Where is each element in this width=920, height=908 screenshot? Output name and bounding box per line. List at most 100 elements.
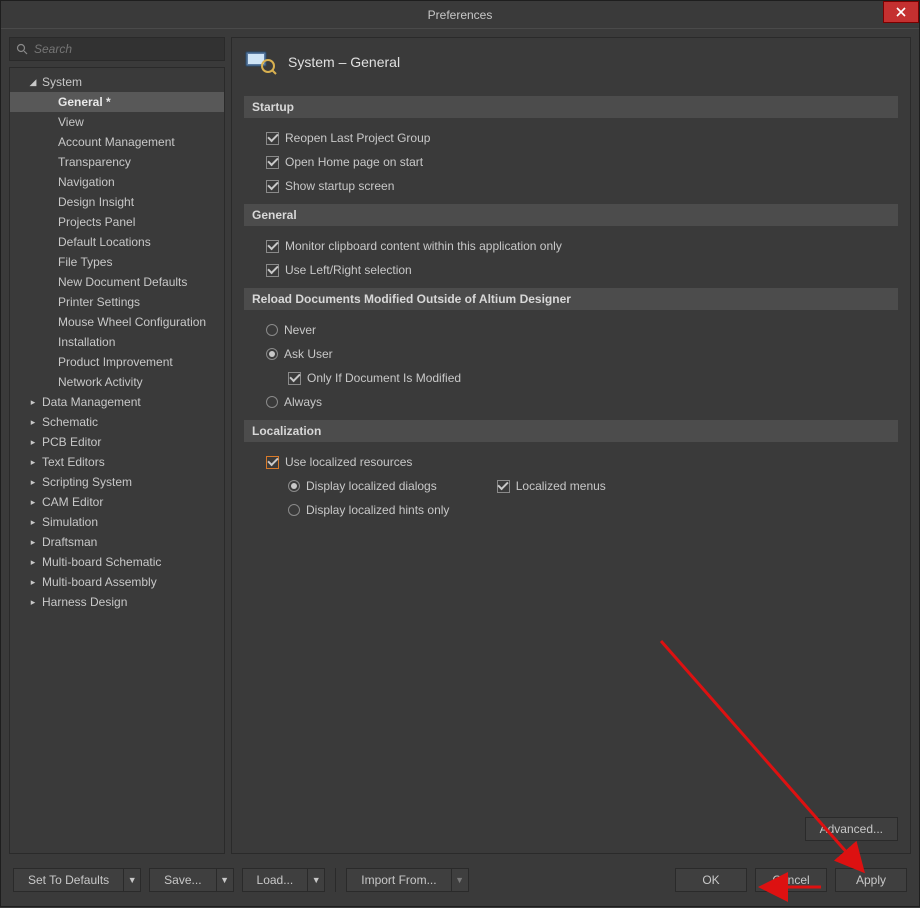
tree-node-account-management[interactable]: Account Management <box>10 132 224 152</box>
search-input[interactable] <box>34 42 218 56</box>
chevron-down-icon[interactable]: ▼ <box>123 868 141 892</box>
checkbox-open-home-page[interactable]: Open Home page on start <box>244 150 898 174</box>
save-button[interactable]: Save...▼ <box>149 868 233 892</box>
checkbox-show-startup-screen[interactable]: Show startup screen <box>244 174 898 198</box>
checkbox-label: Reopen Last Project Group <box>285 131 430 145</box>
tree-node-network-activity[interactable]: Network Activity <box>10 372 224 392</box>
checkbox-icon <box>266 456 279 469</box>
set-to-defaults-button[interactable]: Set To Defaults▼ <box>13 868 141 892</box>
checkbox-localized-menus[interactable]: Localized menus <box>497 474 606 498</box>
checkbox-label: Open Home page on start <box>285 155 423 169</box>
radio-label: Ask User <box>284 347 333 361</box>
tree-node-transparency[interactable]: Transparency <box>10 152 224 172</box>
tree-node-text-editors[interactable]: ▸Text Editors <box>10 452 224 472</box>
checkbox-icon <box>266 264 279 277</box>
tree-node-multi-board-schematic[interactable]: ▸Multi-board Schematic <box>10 552 224 572</box>
tree-label: Printer Settings <box>54 295 140 309</box>
tree-node-view[interactable]: View <box>10 112 224 132</box>
radio-icon <box>266 324 278 336</box>
footer: Set To Defaults▼ Save...▼ Load...▼ Impor… <box>9 862 911 898</box>
tree-node-data-management[interactable]: ▸Data Management <box>10 392 224 412</box>
radio-display-localized-hints-only[interactable]: Display localized hints only <box>288 498 449 522</box>
apply-button[interactable]: Apply <box>835 868 907 892</box>
search-field[interactable] <box>9 37 225 61</box>
radio-label: Display localized hints only <box>306 503 449 517</box>
main-area: ◢ System General * View Account Manageme… <box>9 37 911 854</box>
radio-icon <box>266 396 278 408</box>
radio-ask-user[interactable]: Ask User <box>244 342 898 366</box>
window-title: Preferences <box>428 8 493 22</box>
radio-display-localized-dialogs[interactable]: Display localized dialogs <box>288 474 437 498</box>
tree-node-new-document-defaults[interactable]: New Document Defaults <box>10 272 224 292</box>
tree-label: Navigation <box>54 175 115 189</box>
load-button[interactable]: Load...▼ <box>242 868 326 892</box>
separator <box>335 868 336 892</box>
tree-label: Multi-board Assembly <box>38 575 157 589</box>
preferences-dialog: Preferences ◢ System General * View <box>0 0 920 907</box>
tree-label: Schematic <box>38 415 98 429</box>
checkbox-label: Localized menus <box>516 479 606 493</box>
caret-right-icon: ▸ <box>28 537 38 548</box>
tree-label: Harness Design <box>38 595 127 609</box>
tree-node-harness-design[interactable]: ▸Harness Design <box>10 592 224 612</box>
radio-always[interactable]: Always <box>244 390 898 414</box>
tree-node-file-types[interactable]: File Types <box>10 252 224 272</box>
button-label: Apply <box>856 873 886 887</box>
button-label: Cancel <box>772 873 809 887</box>
localization-row-1: Display localized dialogs Localized menu… <box>244 474 898 498</box>
radio-never[interactable]: Never <box>244 318 898 342</box>
tree-label: Transparency <box>54 155 131 169</box>
nav-tree[interactable]: ◢ System General * View Account Manageme… <box>9 67 225 854</box>
tree-node-pcb-editor[interactable]: ▸PCB Editor <box>10 432 224 452</box>
tree-node-installation[interactable]: Installation <box>10 332 224 352</box>
tree-node-multi-board-assembly[interactable]: ▸Multi-board Assembly <box>10 572 224 592</box>
tree-node-general[interactable]: General * <box>10 92 224 112</box>
cancel-button[interactable]: Cancel <box>755 868 827 892</box>
checkbox-only-if-modified[interactable]: Only If Document Is Modified <box>244 366 898 390</box>
radio-icon <box>288 480 300 492</box>
chevron-down-icon[interactable]: ▼ <box>216 868 234 892</box>
tree-label: Account Management <box>54 135 175 149</box>
tree-node-cam-editor[interactable]: ▸CAM Editor <box>10 492 224 512</box>
tree-node-product-improvement[interactable]: Product Improvement <box>10 352 224 372</box>
ok-button[interactable]: OK <box>675 868 747 892</box>
tree-label: Mouse Wheel Configuration <box>54 315 206 329</box>
radio-label: Never <box>284 323 316 337</box>
tree-node-design-insight[interactable]: Design Insight <box>10 192 224 212</box>
checkbox-reopen-last-project[interactable]: Reopen Last Project Group <box>244 126 898 150</box>
checkbox-use-localized-resources[interactable]: Use localized resources <box>244 450 898 474</box>
radio-label: Display localized dialogs <box>306 479 437 493</box>
tree-label: View <box>54 115 84 129</box>
checkbox-icon <box>266 180 279 193</box>
tree-label: Default Locations <box>54 235 151 249</box>
tree-label: Simulation <box>38 515 98 529</box>
tree-label: CAM Editor <box>38 495 103 509</box>
tree-node-printer-settings[interactable]: Printer Settings <box>10 292 224 312</box>
tree-label: System <box>38 75 82 89</box>
tree-node-mouse-wheel-configuration[interactable]: Mouse Wheel Configuration <box>10 312 224 332</box>
checkbox-label: Use localized resources <box>285 455 412 469</box>
tree-node-schematic[interactable]: ▸Schematic <box>10 412 224 432</box>
tree-node-draftsman[interactable]: ▸Draftsman <box>10 532 224 552</box>
tree-node-system[interactable]: ◢ System <box>10 72 224 92</box>
checkbox-label: Monitor clipboard content within this ap… <box>285 239 562 253</box>
tree-node-default-locations[interactable]: Default Locations <box>10 232 224 252</box>
chevron-down-icon[interactable]: ▼ <box>307 868 325 892</box>
caret-right-icon: ▸ <box>28 577 38 588</box>
caret-right-icon: ▸ <box>28 597 38 608</box>
section-startup-header: Startup <box>244 96 898 118</box>
checkbox-left-right-selection[interactable]: Use Left/Right selection <box>244 258 898 282</box>
tree-label: Installation <box>54 335 115 349</box>
advanced-button[interactable]: Advanced... <box>805 817 898 841</box>
checkbox-label: Only If Document Is Modified <box>307 371 461 385</box>
caret-right-icon: ▸ <box>28 457 38 468</box>
page-icon <box>244 48 278 76</box>
tree-node-simulation[interactable]: ▸Simulation <box>10 512 224 532</box>
import-from-button[interactable]: Import From...▼ <box>346 868 468 892</box>
checkbox-monitor-clipboard[interactable]: Monitor clipboard content within this ap… <box>244 234 898 258</box>
tree-node-navigation[interactable]: Navigation <box>10 172 224 192</box>
tree-label: Multi-board Schematic <box>38 555 161 569</box>
tree-node-scripting-system[interactable]: ▸Scripting System <box>10 472 224 492</box>
tree-node-projects-panel[interactable]: Projects Panel <box>10 212 224 232</box>
close-button[interactable] <box>883 1 919 23</box>
